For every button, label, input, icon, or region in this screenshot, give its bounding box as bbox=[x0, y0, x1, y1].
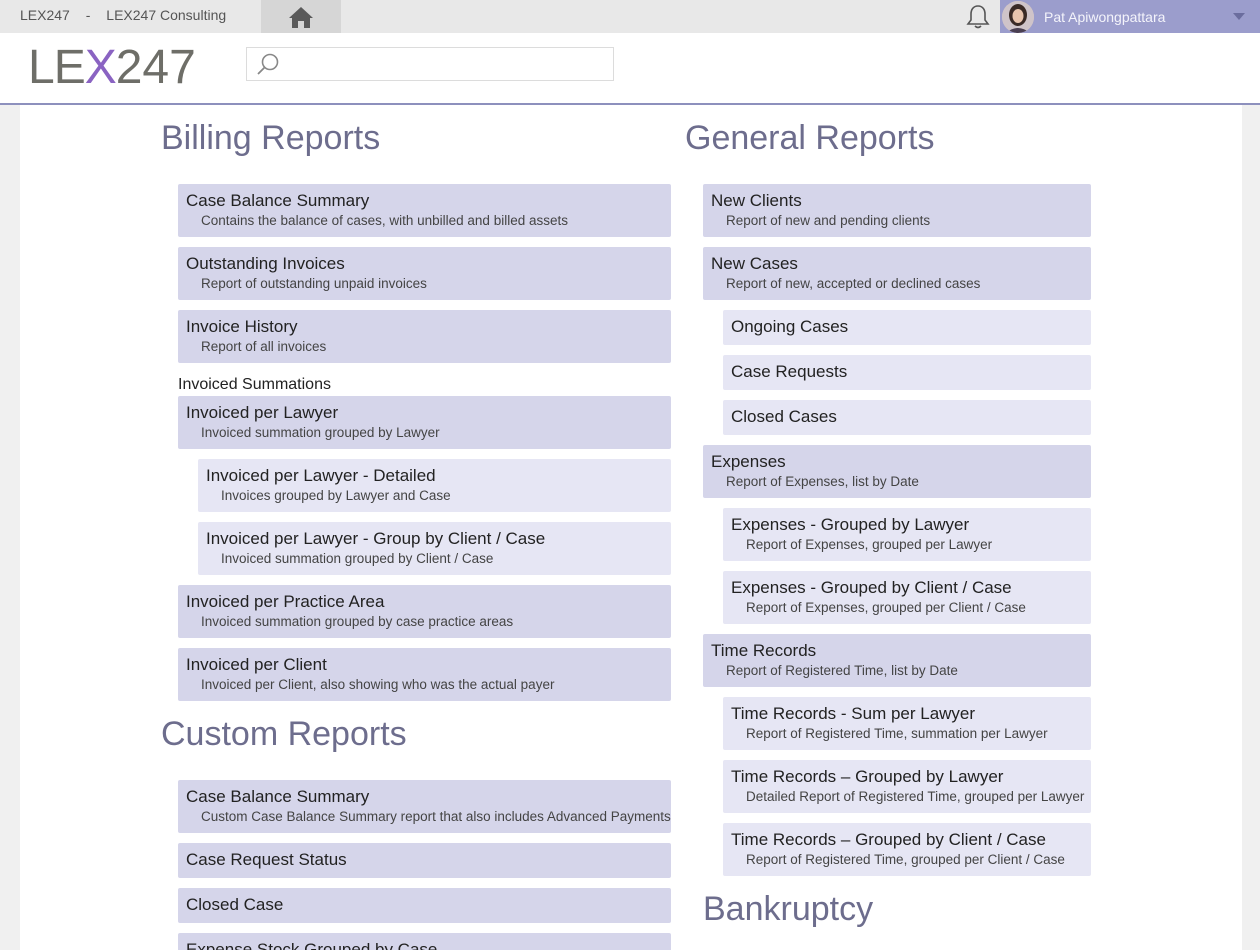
logo[interactable]: LEX247 bbox=[28, 41, 208, 95]
billing-reports-title: Billing Reports bbox=[161, 119, 381, 157]
report-expense-stock-grouped-by-case[interactable]: Expense Stock Grouped by Case bbox=[178, 933, 671, 950]
card-description: Report of Expenses, list by Date bbox=[726, 474, 919, 489]
report-time-records-by-client-case[interactable]: Time Records – Grouped by Client / Case … bbox=[723, 823, 1091, 876]
card-description: Invoiced summation grouped by case pract… bbox=[201, 614, 514, 629]
card-description: Custom Case Balance Summary report that … bbox=[201, 809, 671, 824]
card-title: Invoiced per Practice Area bbox=[186, 592, 385, 611]
invoiced-summations-label: Invoiced Summations bbox=[178, 376, 331, 393]
card-title: Invoiced per Client bbox=[186, 655, 327, 674]
search-input[interactable] bbox=[287, 52, 609, 76]
report-new-cases[interactable]: New Cases Report of new, accepted or dec… bbox=[703, 247, 1091, 300]
search-box[interactable] bbox=[246, 47, 614, 81]
card-title: Case Request Status bbox=[186, 850, 347, 869]
card-title: Closed Cases bbox=[731, 407, 837, 426]
report-ongoing-cases[interactable]: Ongoing Cases bbox=[723, 310, 1091, 345]
app-short-name: LEX247 bbox=[20, 7, 70, 23]
card-description: Report of new, accepted or declined case… bbox=[726, 276, 981, 291]
report-closed-case[interactable]: Closed Case bbox=[178, 888, 671, 923]
title-separator: - bbox=[85, 7, 91, 23]
card-title: Case Balance Summary bbox=[186, 787, 370, 806]
user-menu[interactable]: Pat Apiwongpattara bbox=[1000, 0, 1260, 33]
report-case-request-status[interactable]: Case Request Status bbox=[178, 843, 671, 878]
report-expenses-by-lawyer[interactable]: Expenses - Grouped by Lawyer Report of E… bbox=[723, 508, 1091, 561]
home-icon bbox=[289, 6, 313, 28]
custom-reports-title: Custom Reports bbox=[161, 715, 407, 753]
card-description: Contains the balance of cases, with unbi… bbox=[201, 213, 568, 228]
general-reports-title: General Reports bbox=[685, 119, 935, 157]
company-name: LEX247 Consulting bbox=[106, 7, 227, 23]
card-description: Report of Expenses, grouped per Client /… bbox=[746, 600, 1026, 615]
reports-content: Billing Reports Case Balance Summary Con… bbox=[20, 105, 1242, 950]
card-title: Case Requests bbox=[731, 362, 848, 381]
card-title: Closed Case bbox=[186, 895, 284, 914]
report-expenses-by-client-case[interactable]: Expenses - Grouped by Client / Case Repo… bbox=[723, 571, 1091, 624]
card-description: Invoices grouped by Lawyer and Case bbox=[221, 488, 451, 503]
report-outstanding-invoices[interactable]: Outstanding Invoices Report of outstandi… bbox=[178, 247, 671, 300]
logo-x: X bbox=[84, 41, 117, 94]
card-title: Time Records bbox=[711, 641, 817, 660]
notifications-button[interactable] bbox=[964, 3, 992, 31]
report-custom-case-balance-summary[interactable]: Case Balance Summary Custom Case Balance… bbox=[178, 780, 671, 833]
user-name: Pat Apiwongpattara bbox=[1044, 9, 1166, 25]
top-bar: LEX247 - LEX247 Consulting Pat Apiwongpa… bbox=[0, 0, 1260, 33]
logo-le: LE bbox=[28, 41, 86, 94]
card-title: Invoice History bbox=[186, 317, 298, 336]
card-title: Expense Stock Grouped by Case bbox=[186, 940, 438, 950]
search-icon bbox=[257, 53, 279, 75]
card-description: Report of all invoices bbox=[201, 339, 327, 354]
card-description: Invoiced summation grouped by Client / C… bbox=[221, 551, 494, 566]
report-closed-cases[interactable]: Closed Cases bbox=[723, 400, 1091, 435]
home-tab[interactable] bbox=[261, 0, 341, 33]
logo-number: 247 bbox=[115, 41, 196, 94]
card-title: Outstanding Invoices bbox=[186, 254, 345, 273]
card-title: Expenses bbox=[711, 452, 786, 471]
report-time-records-sum-per-lawyer[interactable]: Time Records - Sum per Lawyer Report of … bbox=[723, 697, 1091, 750]
report-time-records-by-lawyer[interactable]: Time Records – Grouped by Lawyer Detaile… bbox=[723, 760, 1091, 813]
card-title: New Cases bbox=[711, 254, 798, 273]
card-description: Report of Registered Time, list by Date bbox=[726, 663, 958, 678]
report-expenses[interactable]: Expenses Report of Expenses, list by Dat… bbox=[703, 445, 1091, 498]
report-new-clients[interactable]: New Clients Report of new and pending cl… bbox=[703, 184, 1091, 237]
report-time-records[interactable]: Time Records Report of Registered Time, … bbox=[703, 634, 1091, 687]
card-description: Report of new and pending clients bbox=[726, 213, 931, 228]
report-invoice-history[interactable]: Invoice History Report of all invoices bbox=[178, 310, 671, 363]
report-invoiced-per-lawyer-detailed[interactable]: Invoiced per Lawyer - Detailed Invoices … bbox=[198, 459, 671, 512]
report-invoiced-per-lawyer[interactable]: Invoiced per Lawyer Invoiced summation g… bbox=[178, 396, 671, 449]
report-invoiced-per-lawyer-client-case[interactable]: Invoiced per Lawyer - Group by Client / … bbox=[198, 522, 671, 575]
card-description: Report of outstanding unpaid invoices bbox=[201, 276, 427, 291]
card-description: Invoiced per Client, also showing who wa… bbox=[201, 677, 555, 692]
card-description: Detailed Report of Registered Time, grou… bbox=[746, 789, 1085, 804]
header: LEX247 bbox=[0, 33, 1260, 105]
chevron-down-icon[interactable] bbox=[1233, 13, 1245, 20]
app-title: LEX247 - LEX247 Consulting bbox=[20, 7, 238, 23]
card-title: Ongoing Cases bbox=[731, 317, 849, 336]
bell-icon bbox=[966, 5, 990, 29]
card-description: Invoiced summation grouped by Lawyer bbox=[201, 425, 440, 440]
report-case-balance-summary[interactable]: Case Balance Summary Contains the balanc… bbox=[178, 184, 671, 237]
card-title: Time Records – Grouped by Client / Case bbox=[731, 830, 1046, 849]
card-title: Invoiced per Lawyer - Detailed bbox=[206, 466, 436, 485]
card-description: Report of Expenses, grouped per Lawyer bbox=[746, 537, 993, 552]
report-invoiced-per-practice-area[interactable]: Invoiced per Practice Area Invoiced summ… bbox=[178, 585, 671, 638]
avatar bbox=[1002, 1, 1034, 33]
card-title: Expenses - Grouped by Client / Case bbox=[731, 578, 1012, 597]
card-title: Invoiced per Lawyer - Group by Client / … bbox=[206, 529, 546, 548]
report-case-requests[interactable]: Case Requests bbox=[723, 355, 1091, 390]
card-description: Report of Registered Time, summation per… bbox=[746, 726, 1048, 741]
card-title: Time Records - Sum per Lawyer bbox=[731, 704, 976, 723]
card-description: Report of Registered Time, grouped per C… bbox=[746, 852, 1065, 867]
card-title: New Clients bbox=[711, 191, 802, 210]
card-title: Case Balance Summary bbox=[186, 191, 370, 210]
card-title: Expenses - Grouped by Lawyer bbox=[731, 515, 970, 534]
card-title: Invoiced per Lawyer bbox=[186, 403, 339, 422]
report-invoiced-per-client[interactable]: Invoiced per Client Invoiced per Client,… bbox=[178, 648, 671, 701]
bankruptcy-title: Bankruptcy bbox=[703, 890, 874, 928]
card-title: Time Records – Grouped by Lawyer bbox=[731, 767, 1004, 786]
